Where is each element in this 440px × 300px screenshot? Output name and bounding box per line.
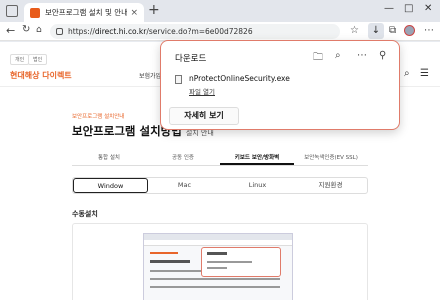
breadcrumb: 보안프로그램 설치안내	[72, 114, 125, 120]
menu-icon[interactable]: ☰	[420, 68, 429, 79]
url-text: https://direct.hi.co.kr/service.do?m=6e0…	[68, 27, 253, 36]
file-icon	[175, 75, 182, 84]
search-icon[interactable]: ⌕	[404, 68, 410, 79]
search-downloads-icon[interactable]: ⌕	[335, 50, 341, 61]
os-tab-support[interactable]: 지원환경	[294, 178, 367, 193]
tab-ev-ssl[interactable]: 보안녹색인증(EV SSL)	[294, 152, 368, 165]
brand-logo[interactable]: 현대해상 다이렉트	[10, 70, 72, 81]
download-filename: nProtectOnlineSecurity.exe	[189, 74, 290, 83]
back-icon[interactable]: ←	[6, 24, 15, 37]
close-window-button[interactable]: ✕	[424, 3, 432, 14]
workspaces-icon[interactable]	[6, 5, 18, 17]
see-more-button[interactable]: 자세히 보기	[169, 107, 239, 125]
chip-personal[interactable]: 개인	[10, 54, 30, 65]
tab-strip: 보안프로그램 설치 및 안내 | 현대해상 × + — □ ✕	[0, 0, 440, 22]
settings-more-icon[interactable]: ⋯	[424, 25, 434, 36]
open-folder-icon[interactable]: 🗀	[313, 50, 323, 67]
refresh-icon[interactable]: ↻	[22, 24, 30, 35]
nav-item-insurance[interactable]: 보험가입	[139, 71, 161, 80]
minimize-button[interactable]: —	[384, 3, 394, 14]
new-tab-button[interactable]: +	[148, 2, 160, 18]
pin-icon[interactable]: ⚲	[379, 50, 386, 61]
open-file-link[interactable]: 파일 열기	[189, 86, 215, 96]
close-tab-icon[interactable]: ×	[130, 8, 138, 18]
download-icon: ↓	[371, 25, 381, 36]
maximize-button[interactable]: □	[404, 3, 413, 14]
home-icon[interactable]: ⌂	[36, 25, 42, 35]
browser-toolbar: ← ↻ ⌂ https://direct.hi.co.kr/service.do…	[0, 22, 440, 41]
extensions-icon[interactable]: ⧉	[389, 25, 396, 36]
favorites-star-icon[interactable]: ☆	[350, 25, 359, 36]
tab-keyboard-security[interactable]: 키보드 보안/방화벽	[220, 152, 294, 165]
lock-icon	[56, 28, 63, 35]
browser-tab[interactable]: 보안프로그램 설치 및 안내 | 현대해상 ×	[24, 3, 144, 22]
os-tab-mac[interactable]: Mac	[148, 178, 221, 193]
section-title: 수동설치	[72, 210, 98, 218]
address-bar[interactable]: https://direct.hi.co.kr/service.do?m=6e0…	[50, 24, 340, 39]
tab-integrated[interactable]: 통합 설치	[72, 152, 146, 165]
install-guide-image	[72, 223, 368, 300]
content-tabs: 통합 설치 공동 인증 키보드 보안/방화벽 보안녹색인증(EV SSL)	[72, 152, 368, 166]
chip-corporate[interactable]: 법인	[28, 54, 48, 65]
os-tabs: Window Mac Linux 지원환경	[72, 177, 368, 194]
site-favicon-icon	[30, 7, 40, 18]
downloads-heading: 다운로드	[175, 54, 207, 64]
more-options-icon[interactable]: ⋯	[357, 50, 367, 61]
os-tab-windows[interactable]: Window	[73, 178, 148, 193]
tab-title: 보안프로그램 설치 및 안내 | 현대해상	[45, 8, 128, 17]
os-tab-linux[interactable]: Linux	[221, 178, 294, 193]
browser-screenshot-thumbnail	[143, 233, 293, 300]
downloads-button[interactable]: ↓	[368, 23, 384, 39]
tab-certificate[interactable]: 공동 인증	[146, 152, 220, 165]
downloads-flyout: 다운로드 🗀 ⌕ ⋯ ⚲ nProtectOnlineSecurity.exe …	[160, 40, 400, 130]
profile-avatar[interactable]	[404, 25, 415, 36]
